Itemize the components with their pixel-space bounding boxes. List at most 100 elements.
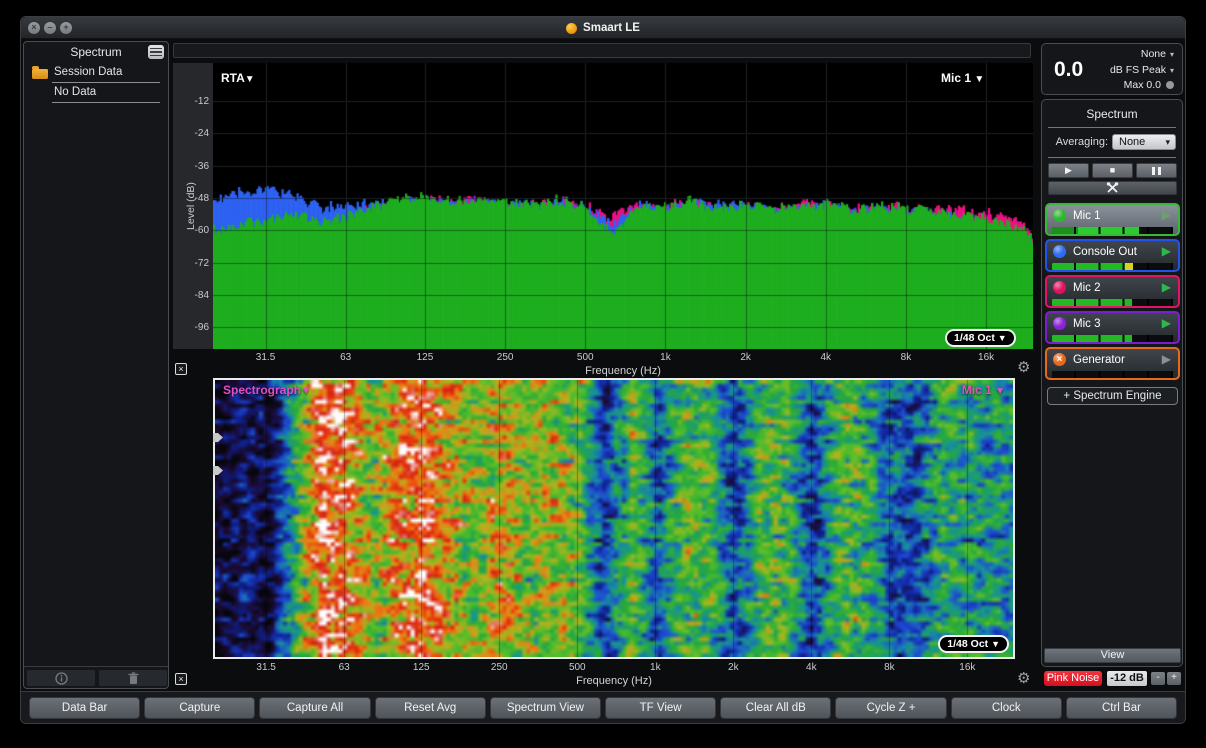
reset-avg-button[interactable]: Reset Avg bbox=[375, 697, 486, 719]
channel-strip-mic-1[interactable]: Mic 1 ▶ bbox=[1045, 203, 1180, 236]
chevron-down-icon: ▾ bbox=[1170, 66, 1174, 75]
delete-button[interactable] bbox=[99, 670, 167, 686]
averaging-label: Averaging: bbox=[1056, 136, 1108, 148]
channel-name: Generator bbox=[1073, 354, 1125, 366]
rta-plot[interactable] bbox=[213, 63, 1033, 349]
separator bbox=[52, 102, 160, 103]
axis-tick-label: 500 bbox=[577, 352, 594, 363]
channel-level-meter bbox=[1052, 335, 1173, 342]
axis-tick-label: 31.5 bbox=[256, 662, 275, 673]
channel-strip-mic-2[interactable]: Mic 2 ▶ bbox=[1045, 275, 1180, 308]
screen: × – + Smaart LE Spectrum Session Data No… bbox=[0, 0, 1206, 748]
clear-all-db-button[interactable]: Clear All dB bbox=[720, 697, 831, 719]
pause-button[interactable] bbox=[1136, 163, 1177, 178]
axis-tick-label: -48 bbox=[195, 193, 209, 204]
chevron-down-icon: ▼ bbox=[991, 639, 1000, 649]
axis-tick-label: 4k bbox=[806, 662, 817, 673]
chevron-down-icon: ▾ bbox=[1170, 50, 1174, 59]
channel-play-icon[interactable]: ▶ bbox=[1162, 352, 1171, 366]
channel-level-meter bbox=[1052, 299, 1173, 306]
channel-color-dot bbox=[1053, 209, 1066, 222]
channel-level-meter bbox=[1052, 263, 1173, 270]
add-spectrum-engine-button[interactable]: + Spectrum Engine bbox=[1047, 387, 1178, 405]
stop-button[interactable]: ■ bbox=[1092, 163, 1133, 178]
channel-play-icon[interactable]: ▶ bbox=[1162, 280, 1171, 294]
channel-name: Mic 1 bbox=[1073, 210, 1100, 222]
spectrograph-settings-gear-icon[interactable]: ⚙ bbox=[1017, 672, 1030, 686]
rta-close-button[interactable]: × bbox=[175, 363, 187, 375]
tools-icon bbox=[1106, 182, 1119, 193]
channel-color-dot bbox=[1053, 317, 1066, 330]
title-bar: × – + Smaart LE bbox=[21, 17, 1185, 39]
sidebar-title: Spectrum bbox=[24, 45, 168, 59]
channel-play-icon[interactable]: ▶ bbox=[1162, 244, 1171, 258]
window-title: Smaart LE bbox=[583, 22, 640, 34]
axis-tick-label: 1k bbox=[650, 662, 661, 673]
spectrum-engine-panel: Spectrum Averaging: None ▾ ▶ ■ bbox=[1041, 99, 1183, 667]
rta-banding-selector[interactable]: 1/48 Oct ▼ bbox=[945, 329, 1016, 347]
cycle-z-button[interactable]: Cycle Z + bbox=[835, 697, 946, 719]
pause-icon bbox=[1158, 167, 1161, 175]
axis-tick-label: -72 bbox=[195, 258, 209, 269]
axis-tick-label: 1k bbox=[660, 352, 671, 363]
spectrograph-type-selector[interactable]: Spectrograph▼ bbox=[223, 383, 311, 397]
axis-tick-label: -84 bbox=[195, 290, 209, 301]
spectrograph-frame: Spectrograph▼ Mic 1 ▼ 1/48 Oct ▼ bbox=[213, 378, 1015, 659]
axis-tick-label: 16k bbox=[978, 352, 994, 363]
axis-tick-label: 250 bbox=[491, 662, 508, 673]
axis-tick-label: 8k bbox=[901, 352, 912, 363]
rta-settings-gear-icon[interactable]: ⚙ bbox=[1017, 361, 1030, 375]
chevron-down-icon: ▼ bbox=[301, 386, 311, 397]
view-button[interactable]: View bbox=[1044, 648, 1181, 663]
spectrograph-banding-selector[interactable]: 1/48 Oct ▼ bbox=[938, 635, 1009, 653]
meter-unit-selector[interactable]: dB FS Peak▾ bbox=[1110, 63, 1174, 79]
spectrograph-x-axis-title: Frequency (Hz) bbox=[576, 675, 652, 687]
rta-type-selector[interactable]: RTA▼ bbox=[221, 71, 255, 85]
spectrograph-source-selector[interactable]: Mic 1 ▼ bbox=[962, 383, 1005, 397]
channel-mute-dot: × bbox=[1053, 353, 1066, 366]
rta-source-selector[interactable]: Mic 1 ▼ bbox=[941, 71, 984, 85]
channel-color-dot bbox=[1053, 245, 1066, 258]
axis-tick-label: 125 bbox=[417, 352, 434, 363]
meter-source-label: None bbox=[1141, 48, 1166, 60]
spectrum-view-button[interactable]: Spectrum View bbox=[490, 697, 601, 719]
channel-strip-console-out[interactable]: Console Out ▶ bbox=[1045, 239, 1180, 272]
ctrl-bar-button[interactable]: Ctrl Bar bbox=[1066, 697, 1177, 719]
averaging-select[interactable]: None ▾ bbox=[1112, 134, 1176, 150]
engine-settings-button[interactable] bbox=[1048, 181, 1177, 195]
sidebar-item-label: No Data bbox=[54, 86, 96, 98]
sidebar-item-session-data[interactable]: Session Data bbox=[24, 64, 168, 82]
hamburger-menu-icon[interactable] bbox=[148, 45, 164, 59]
generator-level-up-button[interactable]: + bbox=[1167, 672, 1181, 685]
generator-level-display[interactable]: -12 dB bbox=[1107, 671, 1147, 686]
channel-strip-mic-3[interactable]: Mic 3 ▶ bbox=[1045, 311, 1180, 344]
info-button[interactable] bbox=[27, 670, 95, 686]
generator-row: Pink Noise -12 dB - + bbox=[1041, 671, 1183, 687]
generator-level-down-button[interactable]: - bbox=[1151, 672, 1165, 685]
axis-tick-label: 4k bbox=[820, 352, 831, 363]
peak-indicator-dot[interactable] bbox=[1166, 81, 1174, 89]
divider bbox=[1048, 157, 1176, 158]
play-button[interactable]: ▶ bbox=[1048, 163, 1089, 178]
axis-tick-label: -96 bbox=[195, 322, 209, 333]
channel-play-icon[interactable]: ▶ bbox=[1162, 316, 1171, 330]
sidebar-item-no-data[interactable]: No Data bbox=[24, 84, 168, 102]
window-title-area: Smaart LE bbox=[21, 17, 1185, 39]
data-bar-button[interactable]: Data Bar bbox=[29, 697, 140, 719]
channel-strip-generator[interactable]: × Generator ▶ bbox=[1045, 347, 1180, 380]
meter-source-selector[interactable]: None ▾ bbox=[1110, 47, 1174, 63]
clock-button[interactable]: Clock bbox=[951, 697, 1062, 719]
capture-button[interactable]: Capture bbox=[144, 697, 255, 719]
transport-controls: ▶ ■ bbox=[1048, 163, 1177, 178]
stop-icon: ■ bbox=[1110, 165, 1115, 175]
tf-view-button[interactable]: TF View bbox=[605, 697, 716, 719]
capture-all-button[interactable]: Capture All bbox=[259, 697, 370, 719]
pink-noise-button[interactable]: Pink Noise bbox=[1044, 671, 1102, 686]
meter-max-label: Max 0.0 bbox=[1124, 79, 1161, 91]
chevron-down-icon: ▼ bbox=[245, 74, 255, 85]
channel-play-icon[interactable]: ▶ bbox=[1162, 208, 1171, 222]
spectrograph-plot[interactable] bbox=[215, 380, 1013, 657]
rta-source-label: Mic 1 bbox=[941, 71, 971, 85]
control-panel: 0.0 None▾ dB FS Peak▾ Max 0.0 Spectrum A… bbox=[1041, 41, 1183, 689]
spectrograph-close-button[interactable]: × bbox=[175, 673, 187, 685]
